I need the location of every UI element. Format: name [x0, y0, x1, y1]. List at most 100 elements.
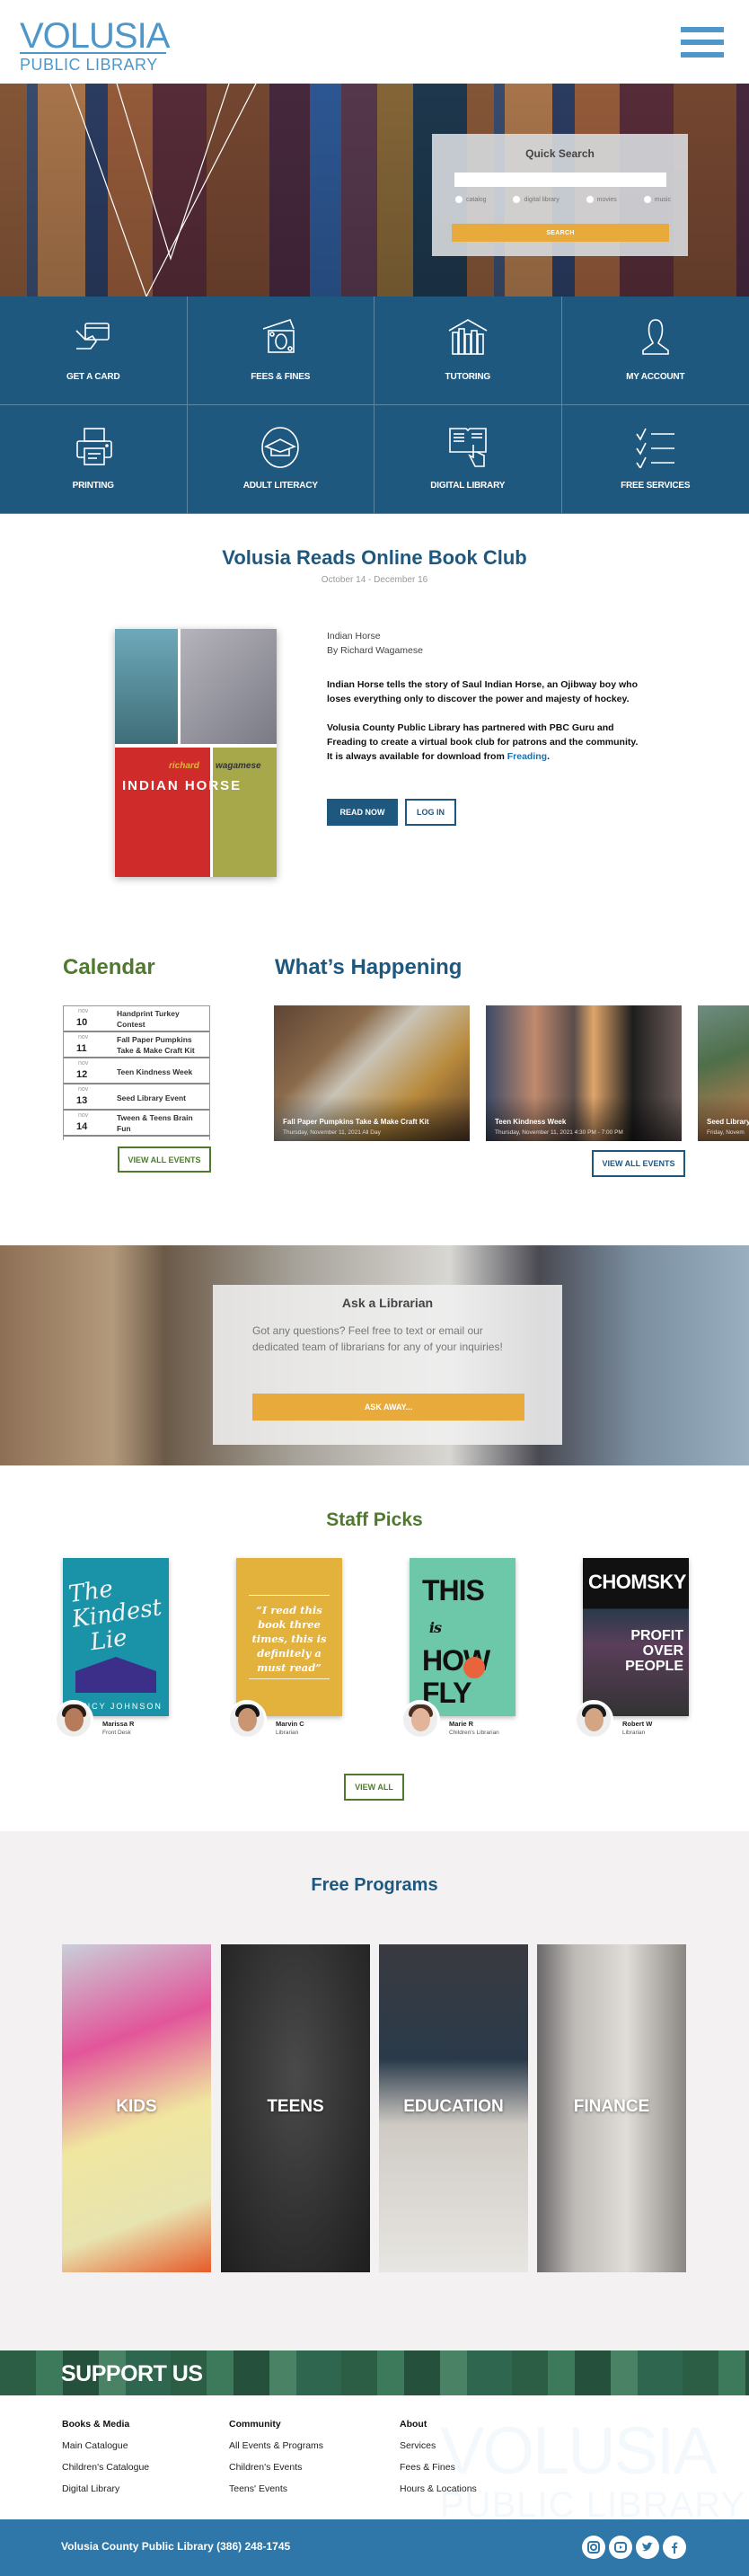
book-description: Indian Horse tells the story of Saul Ind…	[327, 679, 638, 704]
footer-link[interactable]: Fees & Fines	[400, 2456, 477, 2478]
staff-name: Marissa R	[102, 1720, 135, 1728]
program-kids[interactable]: KIDS	[62, 1944, 211, 2272]
staff-name: Robert W	[622, 1720, 653, 1728]
radio-icon	[586, 196, 594, 203]
book-club-info: Indian Horse By Richard Wagamese Indian …	[327, 629, 641, 764]
services-grid: GET A CARD FEES & FINES TUTORING MY ACCO…	[0, 297, 749, 514]
footer-link[interactable]: Digital Library	[62, 2478, 149, 2500]
staff-picks-view-all-button[interactable]: VIEW ALL	[344, 1774, 404, 1801]
search-scope-options: catalog digital library movies music	[455, 196, 671, 203]
staff-name: Marvin C	[276, 1720, 304, 1728]
calendar-event[interactable]: nov 12 Teen Kindness Week	[64, 1058, 209, 1084]
service-printing[interactable]: PRINTING	[0, 405, 188, 514]
service-free-services[interactable]: FREE SERVICES	[561, 405, 749, 514]
staff-name: Marie R	[449, 1720, 474, 1728]
service-digital-library[interactable]: DIGITAL LIBRARY	[374, 405, 562, 514]
logo-subtitle: PUBLIC LIBRARY	[20, 56, 158, 74]
program-education[interactable]: EDUCATION	[379, 1944, 528, 2272]
search-button[interactable]: SEARCH	[452, 224, 669, 242]
footer-link[interactable]: All Events & Programs	[229, 2435, 323, 2456]
footer-column-community: Community All Events & Programs Children…	[229, 2413, 323, 2500]
service-fees-fines[interactable]: FEES & FINES	[187, 297, 374, 405]
facebook-icon[interactable]	[663, 2536, 686, 2559]
partner-text: Volusia County Public Library has partne…	[327, 722, 639, 762]
footer-link[interactable]: Children's Catalogue	[62, 2456, 149, 2478]
service-tutoring[interactable]: TUTORING	[374, 297, 562, 405]
freading-link[interactable]: Freading	[507, 751, 547, 762]
radio-icon	[643, 196, 651, 203]
event-title: Seed Library	[707, 1118, 749, 1126]
event-card[interactable]: Seed Library Friday, Novem	[698, 1005, 749, 1141]
radio-movies[interactable]: movies	[586, 196, 617, 203]
staff-picks-title: Staff Picks	[326, 1509, 423, 1530]
program-finance[interactable]: FINANCE	[537, 1944, 686, 2272]
book-club-actions: READ NOW LOG IN	[327, 799, 456, 826]
book-cover-indian-horse[interactable]: richard wagamese INDIAN HORSE	[115, 629, 277, 877]
event-card[interactable]: Fall Paper Pumpkins Take & Make Craft Ki…	[274, 1005, 470, 1141]
v-logo-lines-icon	[69, 84, 257, 297]
book-title: Indian Horse	[327, 631, 381, 642]
ask-librarian-title: Ask a Librarian	[341, 1296, 434, 1310]
radio-icon	[455, 196, 463, 203]
social-links	[582, 2536, 686, 2559]
twitter-icon[interactable]	[636, 2536, 659, 2559]
cover-title: INDIAN HORSE	[122, 778, 242, 793]
log-in-button[interactable]: LOG IN	[405, 799, 456, 826]
staff-quote: “I read this book three times, this is d…	[251, 1604, 327, 1674]
free-programs-title: Free Programs	[311, 1875, 438, 1895]
book-club-title: Volusia Reads Online Book Club	[222, 546, 527, 569]
service-my-account[interactable]: MY ACCOUNT	[561, 297, 749, 405]
avatar	[574, 1700, 613, 1739]
footer-link[interactable]: Services	[400, 2435, 477, 2456]
cover-author-first: richard	[169, 761, 199, 771]
staff-pick: THIS is HOW FLY Marie R Children's Librari…	[393, 1558, 528, 1751]
book-cover-profit-over-people[interactable]: CHOMSKY PROFIT OVER PEOPLE	[583, 1558, 689, 1716]
logo-wordmark: VOLUSIA	[20, 16, 170, 56]
cover-panel	[115, 629, 178, 744]
footer-link[interactable]: Main Catalogue	[62, 2435, 149, 2456]
program-teens[interactable]: TEENS	[221, 1944, 370, 2272]
book-club-dates: October 14 - December 16	[321, 575, 428, 585]
avatar	[401, 1700, 440, 1739]
calendar-event[interactable]: nov 13 Seed Library Event	[64, 1084, 209, 1111]
staff-quote-card[interactable]: “I read this book three times, this is d…	[236, 1558, 342, 1716]
book-cover-this-is-how-we-fly[interactable]: THIS is HOW FLY	[410, 1558, 515, 1716]
happening-view-all-events-button[interactable]: VIEW ALL EVENTS	[592, 1150, 685, 1177]
event-card[interactable]: Teen Kindness Week Thursday, November 11…	[486, 1005, 682, 1141]
radio-icon	[513, 196, 521, 203]
instagram-icon[interactable]	[582, 2536, 605, 2559]
calendar-event[interactable]: nov 14 Tween & Teens Brain Fun	[64, 1111, 209, 1137]
footer-link[interactable]: Hours & Locations	[400, 2478, 477, 2500]
youtube-icon[interactable]	[609, 2536, 632, 2559]
hamburger-icon[interactable]	[681, 27, 724, 58]
calendar-list[interactable]: nov 10 Handprint Turkey Contest nov 11 Fall …	[63, 1005, 210, 1140]
footer-column-books-media: Books & Media Main Catalogue Children's …	[62, 2413, 149, 2500]
footer-link[interactable]: Teens' Events	[229, 2478, 323, 2500]
whats-happening-title: What’s Happening	[275, 955, 463, 979]
event-date: Friday, Novem	[707, 1129, 745, 1136]
radio-digital-library[interactable]: digital library	[513, 196, 560, 203]
book-cover-kindest-lie[interactable]: The Kindest Lie NANCY JOHNSON	[63, 1558, 169, 1716]
quick-search-title: Quick Search	[525, 147, 595, 160]
ask-away-button[interactable]: ASK AWAY...	[252, 1394, 524, 1421]
service-adult-literacy[interactable]: ADULT LITERACY	[187, 405, 374, 514]
support-us-title[interactable]: SUPPORT US	[61, 2361, 203, 2387]
library-logo[interactable]: VOLUSIA PUBLIC LIBRARY	[20, 16, 170, 74]
staff-role: Librarian	[622, 1730, 646, 1736]
radio-catalog[interactable]: catalog	[455, 196, 487, 203]
read-now-button[interactable]: READ NOW	[327, 799, 398, 826]
avatar	[54, 1700, 93, 1739]
footer-link[interactable]: Children's Events	[229, 2456, 323, 2478]
quick-search-panel: Quick Search catalog digital library mov…	[432, 134, 688, 256]
radio-music[interactable]: music	[643, 196, 671, 203]
quick-search-input[interactable]	[454, 173, 666, 187]
calendar-event[interactable]: nov 11 Fall Paper Pumpkins Take & Make Cra…	[64, 1032, 209, 1058]
hero-banner: Quick Search catalog digital library mov…	[0, 84, 749, 297]
printer-icon	[75, 428, 112, 465]
calendar-title: Calendar	[63, 955, 155, 979]
service-get-a-card[interactable]: GET A CARD	[0, 297, 188, 405]
cover-panel	[181, 629, 277, 744]
calendar-view-all-events-button[interactable]: VIEW ALL EVENTS	[118, 1146, 211, 1173]
calendar-event[interactable]: nov 10 Handprint Turkey Contest	[64, 1006, 209, 1032]
footer-column-about: About Services Fees & Fines Hours & Loca…	[400, 2413, 477, 2500]
